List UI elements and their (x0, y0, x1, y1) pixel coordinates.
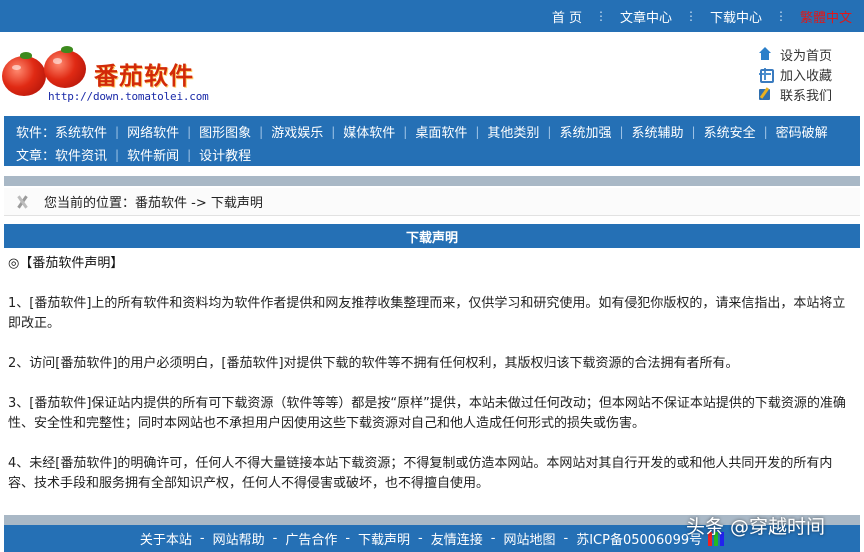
footer-download-statement[interactable]: 下载声明 (358, 529, 410, 548)
add-favorite-label: 加入收藏 (780, 68, 833, 84)
top-bar: 首 页 ⋮ 文章中心 ⋮ 下载中心 ⋮ 繁體中文 (0, 0, 864, 32)
breadcrumb-text: 您当前的位置：番茄软件 -> 下载声明 (44, 196, 263, 211)
category-other[interactable]: 其他类别 (487, 122, 539, 141)
top-nav-divider: ⋮ (594, 9, 607, 23)
footer-advertising[interactable]: 广告合作 (285, 529, 337, 548)
favorite-icon (758, 67, 774, 83)
tomato-logo-icon (2, 52, 46, 96)
statement-paragraph: 4、未经[番茄软件]的明确许可，任何人不得大量链接本站下载资源；不得复制或仿造本… (8, 456, 833, 491)
category-password-crack[interactable]: 密码破解 (776, 122, 828, 141)
tomato-logo-icon (44, 46, 86, 88)
statement-heading: ◎【番茄软件声明】 (8, 256, 124, 271)
category-system-enhance[interactable]: 系统加强 (559, 122, 611, 141)
set-homepage-label: 设为首页 (780, 48, 833, 64)
footer-help[interactable]: 网站帮助 (213, 529, 265, 548)
contact-us-link[interactable]: 联系我们 (758, 84, 850, 104)
statement-content: ◎【番茄软件声明】 1、[番茄软件]上的所有软件和资料均为软件作者提供和网友推荐… (8, 254, 858, 491)
software-category-label: 软件： (16, 126, 56, 141)
home-icon (758, 47, 772, 61)
section-title-bar: 下载声明 (4, 224, 860, 248)
category-nav: 软件： 系统软件 | 网络软件 | 图形图象 | 游戏娱乐 | 媒体软件 | 桌… (4, 116, 860, 166)
top-nav-articles[interactable]: 文章中心 (616, 7, 676, 26)
top-nav-divider: ⋮ (774, 9, 787, 23)
statement-paragraph: 2、访问[番茄软件]的用户必须明白，[番茄软件]对提供下载的软件等不拥有任何权利… (8, 356, 739, 371)
watermark: 头条 @穿越时间 (686, 516, 826, 538)
category-system-software[interactable]: 系统软件 (55, 122, 107, 141)
category-graphics[interactable]: 图形图象 (199, 122, 251, 141)
site-logo-url: http://down.tomatolei.com (48, 90, 209, 103)
category-desktop[interactable]: 桌面软件 (415, 122, 467, 141)
category-games[interactable]: 游戏娱乐 (271, 122, 323, 141)
set-homepage-link[interactable]: 设为首页 (758, 44, 850, 64)
site-logo-name: 番茄软件 (94, 61, 194, 90)
footer-icp[interactable]: 苏ICP备05006099号 (576, 529, 702, 548)
footer-sitemap[interactable]: 网站地图 (503, 529, 555, 548)
add-favorite-link[interactable]: 加入收藏 (758, 64, 850, 84)
top-nav-divider: ⋮ (684, 9, 697, 23)
top-nav-traditional-chinese[interactable]: 繁體中文 (796, 7, 856, 26)
divider-bar (4, 176, 860, 186)
statement-paragraph: 1、[番茄软件]上的所有软件和资料均为软件作者提供和网友推荐收集整理而来，仅供学… (8, 296, 846, 331)
statement-paragraph: 3、[番茄软件]保证站内提供的所有可下载资源（软件等等）都是按“原样”提供，本站… (8, 396, 846, 431)
software-category-row: 软件： 系统软件 | 网络软件 | 图形图象 | 游戏娱乐 | 媒体软件 | 桌… (16, 120, 860, 143)
section-title: 下载声明 (405, 230, 458, 246)
quick-links: 设为首页 加入收藏 联系我们 (758, 44, 850, 104)
top-nav-home[interactable]: 首 页 (548, 7, 586, 26)
category-system-assist[interactable]: 系统辅助 (632, 122, 684, 141)
article-category-label: 文章： (16, 149, 56, 164)
category-design-tutorials[interactable]: 设计教程 (199, 145, 251, 164)
location-icon (14, 193, 32, 211)
category-network-software[interactable]: 网络软件 (127, 122, 179, 141)
contact-icon (758, 87, 772, 101)
contact-us-label: 联系我们 (780, 88, 833, 104)
category-software-info[interactable]: 软件资讯 (55, 145, 107, 164)
article-category-row: 文章： 软件资讯 | 软件新闻 | 设计教程 (16, 143, 860, 166)
top-nav: 首 页 ⋮ 文章中心 ⋮ 下载中心 ⋮ 繁體中文 (548, 0, 856, 32)
footer-friend-links[interactable]: 友情连接 (431, 529, 483, 548)
breadcrumb: 您当前的位置：番茄软件 -> 下载声明 (4, 188, 860, 216)
site-header: 番茄软件 http://down.tomatolei.com 设为首页 加入收藏… (0, 32, 864, 116)
site-logo[interactable]: 番茄软件 http://down.tomatolei.com (2, 46, 262, 108)
footer-about[interactable]: 关于本站 (140, 529, 192, 548)
category-software-news[interactable]: 软件新闻 (127, 145, 179, 164)
top-nav-downloads[interactable]: 下载中心 (706, 7, 766, 26)
category-media[interactable]: 媒体软件 (343, 122, 395, 141)
category-system-security[interactable]: 系统安全 (704, 122, 756, 141)
